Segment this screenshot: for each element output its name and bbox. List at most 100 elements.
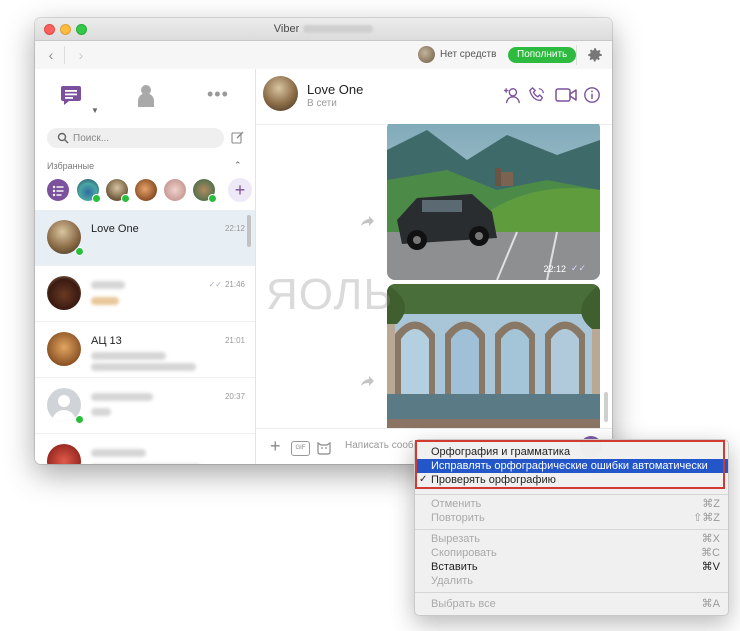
conversation-pane: Love One В сети 22:12 ✓✓ + GIF Написать …: [256, 69, 612, 464]
menu-item-paste[interactable]: Вставить ⌘V: [415, 560, 728, 574]
video-call-icon[interactable]: [555, 86, 577, 104]
menu-item-copy[interactable]: Скопировать ⌘C: [415, 546, 728, 560]
menu-item-select-all[interactable]: Выбрать все ⌘A: [415, 597, 728, 611]
back-button[interactable]: ‹: [43, 47, 59, 63]
favorite-item[interactable]: [47, 179, 69, 201]
sidebar-tabs: ▼ •••: [35, 69, 255, 129]
photo-message-car[interactable]: 22:12 ✓✓: [387, 124, 600, 280]
menu-item-shortcut: ⌘V: [701, 561, 720, 573]
avatar: [47, 332, 81, 366]
info-icon[interactable]: [583, 86, 601, 104]
gif-icon[interactable]: GIF: [291, 441, 310, 456]
menu-item-shortcut: ⌘A: [701, 598, 720, 610]
favorite-item[interactable]: [135, 179, 157, 201]
blurred-preview: [91, 352, 166, 360]
menu-item-label: Повторить: [431, 512, 485, 524]
menu-item-delete[interactable]: Удалить: [415, 574, 728, 588]
online-indicator: [75, 415, 84, 424]
favorite-item[interactable]: [164, 179, 186, 201]
more-tab-icon[interactable]: •••: [207, 84, 229, 105]
chat-list-item[interactable]: АЦ 13 21:01: [35, 322, 255, 378]
blurred-preview: [91, 297, 119, 305]
chat-time: ✓✓ 21:46: [208, 280, 245, 289]
favorite-item[interactable]: [106, 179, 130, 203]
toolbar-divider: [576, 45, 577, 65]
chat-time: 21:01: [224, 336, 245, 345]
chat-time: 20:37: [224, 392, 245, 401]
online-indicator: [121, 194, 130, 203]
menu-item-shortcut: ⌘C: [701, 547, 720, 559]
menu-item-label: Вставить: [431, 561, 478, 573]
forward-share-icon[interactable]: [360, 374, 376, 388]
annotation-highlight-box: [415, 440, 725, 489]
contacts-tab-icon[interactable]: [135, 83, 157, 107]
blurred-account-name: [303, 25, 374, 34]
viber-window: Viber ‹ › Нет средств Пополнить ▼ ••• По…: [35, 18, 612, 464]
photo-time: 22:12: [543, 264, 566, 274]
plus-icon[interactable]: +: [270, 436, 281, 457]
search-box[interactable]: [47, 128, 224, 148]
account-avatar[interactable]: [418, 46, 435, 63]
online-indicator: [208, 194, 217, 203]
menu-item-label: Отменить: [431, 498, 482, 510]
phone-icon[interactable]: [528, 86, 546, 104]
nav-divider: [64, 46, 65, 64]
add-participant-icon[interactable]: [503, 86, 521, 104]
conversation-header: Love One В сети: [256, 69, 612, 125]
add-favorite-button[interactable]: +: [228, 178, 252, 202]
contact-avatar[interactable]: [263, 76, 298, 111]
topup-button[interactable]: Пополнить: [508, 47, 577, 63]
avatar: [47, 276, 81, 310]
chat-time: 22:12: [224, 224, 245, 233]
menu-item-cut[interactable]: Вырезать ⌘X: [415, 532, 728, 546]
message-scrollbar[interactable]: [604, 392, 608, 422]
menu-separator: [415, 592, 728, 593]
blurred-preview: [91, 363, 196, 371]
watermark: ЯОЛЬ: [266, 270, 394, 319]
chat-list-item[interactable]: 20:37: [35, 378, 255, 434]
sticker-icon[interactable]: [316, 439, 332, 455]
forward-share-icon[interactable]: [360, 214, 376, 228]
chat-name: Love One: [91, 223, 139, 235]
app-title: Viber: [273, 23, 300, 35]
menu-item-shortcut: ⌘Z: [702, 498, 720, 510]
checklist-icon: [52, 185, 64, 197]
favorites-label: Избранные: [47, 161, 95, 171]
forward-button[interactable]: ›: [73, 47, 89, 63]
menu-item-redo[interactable]: Повторить ⇧⌘Z: [415, 511, 728, 525]
balance-status: Нет средств: [440, 49, 497, 60]
chat-list-item[interactable]: ✓✓ 21:46: [35, 266, 255, 322]
message-input[interactable]: Написать сооб: [345, 440, 414, 451]
arches-photo: [387, 284, 600, 428]
car-photo: [387, 124, 600, 280]
chat-list-scrollbar[interactable]: [247, 215, 251, 247]
chevron-down-icon[interactable]: ▼: [91, 106, 99, 115]
menu-item-label: Вырезать: [431, 533, 480, 545]
chat-time-value: 21:46: [224, 280, 245, 289]
title-bar: Viber: [35, 18, 612, 41]
search-icon: [57, 132, 69, 144]
chat-list-item[interactable]: Love One 22:12: [35, 210, 255, 266]
favorite-item[interactable]: [193, 179, 217, 203]
menu-item-shortcut: ⇧⌘Z: [693, 512, 720, 524]
blurred-name: [91, 449, 146, 457]
avatar: [47, 444, 81, 464]
menu-separator: [415, 494, 728, 495]
toolbar: ‹ › Нет средств Пополнить: [35, 41, 612, 70]
menu-item-label: Удалить: [431, 575, 473, 587]
chat-name: АЦ 13: [91, 335, 122, 347]
gear-icon[interactable]: [586, 46, 604, 64]
compose-icon[interactable]: [231, 131, 244, 144]
chats-tab-icon[interactable]: [59, 83, 83, 107]
favorite-item[interactable]: [77, 179, 101, 203]
chat-list-item[interactable]: [35, 434, 255, 464]
chevron-up-icon[interactable]: ⌃: [234, 160, 242, 171]
contact-status: В сети: [307, 98, 337, 109]
contact-name[interactable]: Love One: [307, 82, 363, 97]
blurred-preview: [91, 408, 111, 416]
photo-message-arches[interactable]: [387, 284, 600, 428]
menu-item-label: Выбрать все: [431, 598, 496, 610]
menu-item-undo[interactable]: Отменить ⌘Z: [415, 497, 728, 511]
search-input[interactable]: [73, 130, 213, 146]
online-indicator: [75, 247, 84, 256]
